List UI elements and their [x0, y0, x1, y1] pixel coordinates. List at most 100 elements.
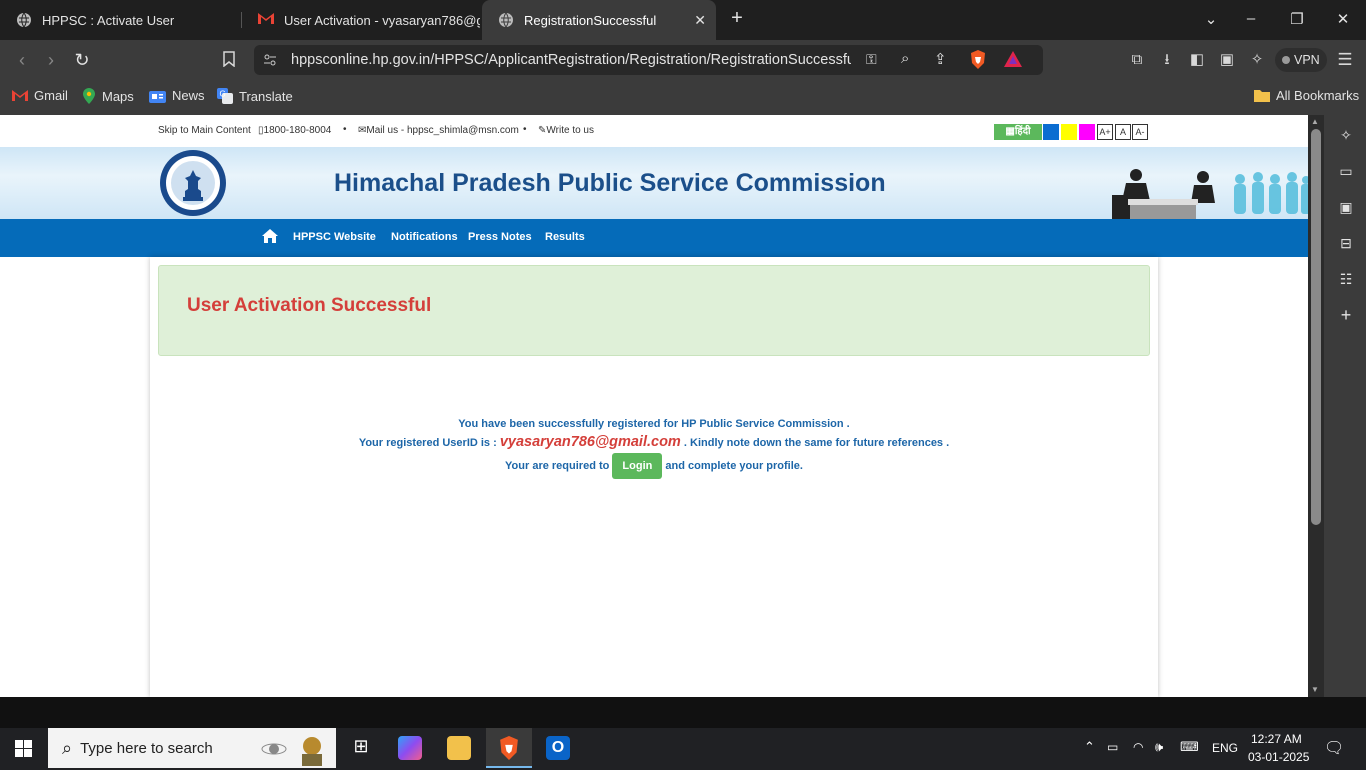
extensions-icon[interactable]: ⧉	[1128, 51, 1146, 69]
network-icon[interactable]: ◠	[1133, 740, 1143, 754]
tab-search-icon[interactable]: ⌄	[1201, 10, 1221, 28]
login-message: Your are required to Login and complete …	[150, 453, 1158, 479]
home-icon[interactable]	[262, 229, 278, 244]
globe-icon	[498, 12, 514, 28]
main-content-panel: User Activation Successful You have been…	[150, 257, 1158, 697]
all-bookmarks-button[interactable]: All Bookmarks	[1254, 88, 1359, 103]
mail-text: Mail us - hppsc_shimla@msn.com	[366, 125, 519, 136]
close-window-icon[interactable]: ✕	[1333, 10, 1353, 28]
gmail-icon	[258, 12, 274, 28]
translate-icon: ▦	[1005, 126, 1015, 137]
office-illustration	[1108, 165, 1308, 219]
hindi-language-button[interactable]: ▦हिंदी	[994, 124, 1042, 140]
tab-gmail[interactable]: User Activation - vyasaryan786@gm	[242, 0, 480, 40]
bookmark-gmail[interactable]: Gmail	[12, 88, 68, 103]
page-bottom-strip	[0, 697, 1366, 728]
bookmark-icon[interactable]	[220, 51, 238, 69]
site-info-icon[interactable]	[262, 52, 278, 68]
brave-rewards-icon[interactable]	[1004, 51, 1022, 69]
clock-time[interactable]: 12:27 AM	[1251, 732, 1302, 746]
wallet-icon[interactable]: ▣	[1338, 199, 1354, 215]
tab-registration-successful[interactable]: RegistrationSuccessful ✕	[482, 0, 716, 40]
file-explorer-icon[interactable]	[447, 736, 471, 760]
task-view-icon[interactable]: ⊞	[349, 736, 373, 760]
language-indicator[interactable]: ENG	[1212, 741, 1238, 755]
bookmark-translate[interactable]: G Translate	[217, 88, 293, 104]
page-scrollbar[interactable]: ▲ ▼	[1308, 115, 1324, 697]
clock-date[interactable]: 03-01-2025	[1248, 750, 1309, 764]
wallet-icon[interactable]: ▣	[1218, 51, 1236, 69]
translate-icon: G	[217, 88, 233, 104]
registration-message: You have been successfully registered fo…	[458, 418, 850, 430]
minimize-icon[interactable]: –	[1241, 10, 1261, 27]
address-bar[interactable]: hppsconline.hp.gov.in/HPPSC/ApplicantReg…	[254, 45, 1043, 75]
gmail-icon	[12, 90, 28, 101]
scrollbar-thumb[interactable]	[1311, 129, 1321, 525]
tab-activate-user[interactable]: HPPSC : Activate User	[0, 0, 240, 40]
tab-title: HPPSC : Activate User	[42, 12, 175, 28]
restore-icon[interactable]: ❐	[1287, 10, 1307, 28]
close-tab-icon[interactable]: ✕	[694, 12, 706, 29]
windows-start-icon[interactable]	[15, 740, 33, 758]
login-suffix: and complete your profile.	[665, 459, 803, 472]
vpn-button[interactable]: VPN	[1275, 48, 1327, 72]
login-prefix: Your are required to	[505, 459, 610, 472]
brave-taskbar-button[interactable]	[486, 728, 532, 768]
reload-icon[interactable]: ↻	[71, 49, 93, 71]
brave-icon	[500, 736, 518, 760]
mail-link[interactable]: ✉Mail us - hppsc_shimla@msn.com	[358, 125, 519, 136]
keyboard-icon[interactable]: ⌨	[1180, 739, 1199, 755]
sidebar-toggle-icon[interactable]: ◧	[1188, 51, 1206, 69]
all-bookmarks-label: All Bookmarks	[1276, 88, 1360, 103]
download-icon[interactable]: ⭳	[1158, 51, 1176, 69]
bookmarks-bar: Gmail Maps News G Translate All Bookmark…	[0, 80, 1366, 115]
copilot-icon[interactable]	[398, 736, 422, 760]
media-icon[interactable]: ▭	[1338, 163, 1354, 179]
menu-icon[interactable]: ☰	[1336, 51, 1354, 69]
nav-notifications[interactable]: Notifications	[391, 231, 458, 243]
brave-shield-icon[interactable]	[970, 50, 988, 70]
theme-yellow-button[interactable]	[1061, 124, 1077, 140]
back-icon[interactable]: ‹	[11, 49, 33, 71]
bookmark-news[interactable]: News	[149, 88, 205, 103]
login-button[interactable]: Login	[612, 453, 663, 479]
nav-hppsc-website[interactable]: HPPSC Website	[293, 231, 376, 243]
key-icon[interactable]: ⚿	[866, 51, 877, 68]
success-alert: User Activation Successful	[158, 265, 1150, 356]
font-decrease-button[interactable]: A-	[1132, 124, 1148, 140]
nav-results[interactable]: Results	[545, 231, 585, 243]
add-panel-icon[interactable]: +	[1338, 306, 1354, 324]
news-icon	[149, 90, 166, 103]
web-page: Skip to Main Content ▯1800-180-8004 • ✉M…	[0, 115, 1308, 697]
alert-title: User Activation Successful	[187, 295, 432, 316]
font-increase-button[interactable]: A+	[1097, 124, 1113, 140]
theme-magenta-button[interactable]	[1079, 124, 1095, 140]
leo-ai-icon[interactable]: ✧	[1338, 127, 1354, 143]
scroll-down-icon[interactable]: ▼	[1311, 685, 1319, 694]
volume-icon[interactable]: 🕪	[1155, 739, 1163, 755]
forward-icon[interactable]: ›	[40, 49, 62, 71]
skip-to-content-link[interactable]: Skip to Main Content	[158, 125, 251, 136]
bookmarks-panel-icon[interactable]: ⊟	[1338, 235, 1354, 251]
hppsc-emblem-logo[interactable]	[158, 149, 228, 217]
write-to-us-link[interactable]: ✎Write to us	[538, 125, 594, 136]
scroll-up-icon[interactable]: ▲	[1311, 117, 1319, 126]
tray-chevron-icon[interactable]: ⌃	[1084, 739, 1095, 755]
tab-title: User Activation - vyasaryan786@gm	[284, 12, 480, 28]
taskbar-search-box[interactable]: ⌕ Type here to search	[48, 728, 336, 768]
share-icon[interactable]: ⇪	[934, 50, 947, 68]
bookmark-maps[interactable]: Maps	[82, 88, 134, 104]
outlook-icon[interactable]: O	[546, 736, 570, 760]
browser-sidebar: ▲ ▼ ✧ ▭ ▣ ⊟ ☷ + ⚙	[1308, 115, 1366, 715]
helpline-link[interactable]: ▯1800-180-8004	[258, 125, 331, 136]
leo-ai-icon[interactable]: ✧	[1248, 51, 1266, 69]
battery-icon[interactable]: ▭	[1107, 740, 1118, 754]
reading-list-icon[interactable]: ☷	[1338, 271, 1354, 287]
font-normal-button[interactable]: A	[1115, 124, 1131, 140]
zoom-icon[interactable]: ⌕	[901, 50, 909, 67]
nav-press-notes[interactable]: Press Notes	[468, 231, 532, 243]
svg-text:G: G	[220, 90, 226, 99]
theme-blue-button[interactable]	[1043, 124, 1059, 140]
notification-icon[interactable]: 🗨	[1324, 738, 1344, 758]
new-tab-button[interactable]: +	[727, 7, 747, 30]
